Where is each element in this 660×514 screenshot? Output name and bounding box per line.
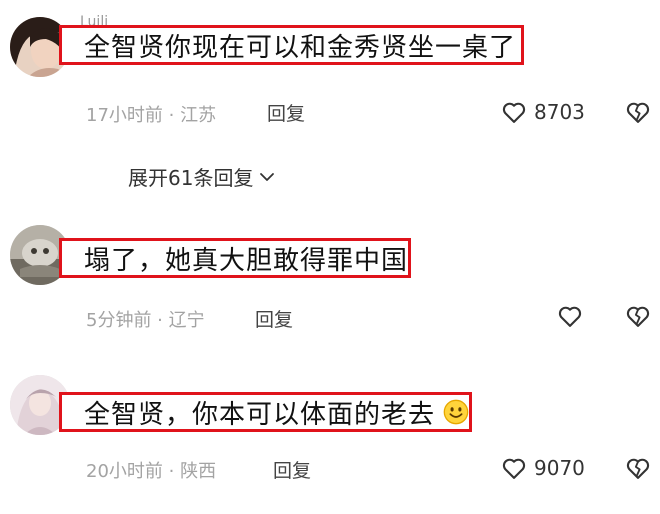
reply-button[interactable]: 回复: [267, 99, 305, 126]
like-button[interactable]: 9070: [500, 454, 585, 482]
comment-time: 17小时前: [86, 105, 163, 126]
comment-time: 20小时前: [86, 461, 163, 482]
meta-separator: ·: [162, 461, 181, 482]
heart-icon: [502, 102, 526, 123]
meta-separator: ·: [151, 310, 169, 331]
expand-replies-button[interactable]: 展开61条回复: [128, 162, 277, 191]
expand-replies-label: 展开61条回复: [128, 166, 254, 190]
heart-icon: [558, 306, 582, 327]
comment-meta: 5分钟前 · 辽宁: [86, 306, 205, 332]
comment-location: 辽宁: [168, 310, 205, 331]
meta-separator: ·: [162, 105, 181, 126]
comment-text: 全智贤你现在可以和金秀贤坐一桌了: [84, 32, 517, 63]
like-button[interactable]: [556, 302, 584, 330]
comment-location: 陕西: [180, 461, 217, 482]
broken-heart-icon[interactable]: [624, 454, 652, 482]
broken-heart-icon[interactable]: [624, 302, 652, 330]
heart-icon: [502, 458, 526, 479]
comment-text: 塌了，她真大胆敢得罪中国: [84, 245, 409, 276]
comment-text: 全智贤，你本可以体面的老去: [84, 399, 436, 430]
like-count: 8703: [534, 100, 585, 124]
comment-meta: 20小时前 · 陕西: [86, 457, 216, 483]
comment-time: 5分钟前: [86, 310, 152, 331]
comment-text-box: 全智贤你现在可以和金秀贤坐一桌了: [59, 25, 524, 65]
comment-location: 江苏: [180, 105, 217, 126]
like-count: 9070: [534, 456, 585, 480]
reply-button[interactable]: 回复: [273, 456, 311, 483]
reply-button[interactable]: 回复: [255, 305, 293, 332]
broken-heart-icon[interactable]: [624, 98, 652, 126]
comment-meta: 17小时前 · 江苏: [86, 101, 216, 127]
comment-text-box: 全智贤，你本可以体面的老去: [59, 392, 472, 432]
smile-emoji-icon: [443, 399, 469, 425]
like-button[interactable]: 8703: [500, 98, 585, 126]
chevron-down-icon: [260, 172, 275, 181]
comment-text-box: 塌了，她真大胆敢得罪中国: [59, 238, 411, 278]
